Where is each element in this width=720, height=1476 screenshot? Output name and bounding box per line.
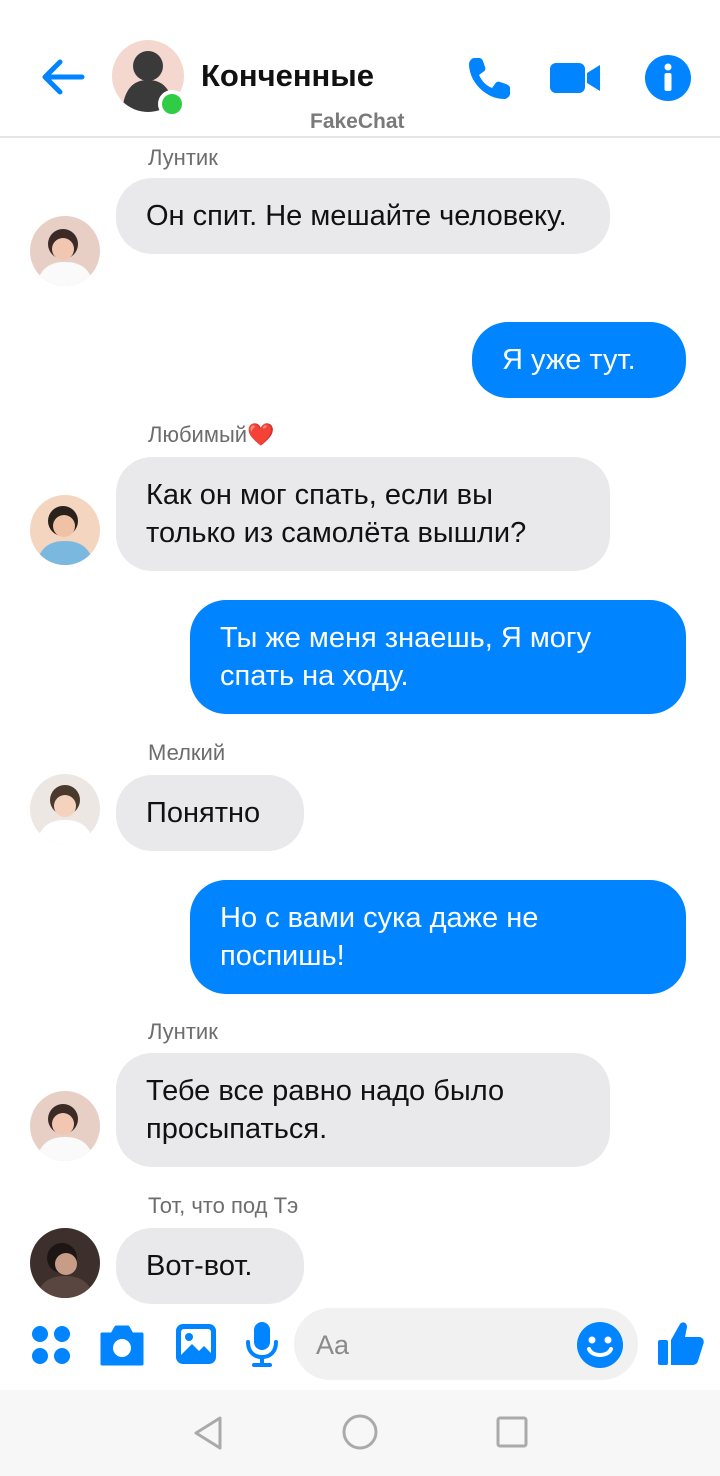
outgoing-message[interactable]: Но с вами сука даже не поспишь! (190, 880, 686, 994)
back-arrow-icon[interactable] (38, 52, 88, 102)
video-camera-icon[interactable] (548, 52, 600, 104)
info-icon[interactable] (642, 52, 694, 104)
incoming-message[interactable]: Он спит. Не мешайте человеку. (116, 178, 610, 254)
chat-title[interactable]: Конченные (201, 58, 374, 94)
message-input-placeholder: Aa (316, 1330, 350, 1360)
avatar[interactable] (30, 774, 100, 844)
outgoing-message[interactable]: Я уже тут. (472, 322, 686, 398)
avatar[interactable] (30, 216, 100, 286)
home-circle-icon[interactable] (340, 1412, 380, 1452)
incoming-message[interactable]: Вот-вот. (116, 1228, 304, 1304)
sender-name: Тот, что под Тэ (148, 1193, 299, 1218)
thumbs-up-icon[interactable] (656, 1318, 706, 1368)
incoming-message[interactable]: Понятно (116, 775, 304, 851)
microphone-icon[interactable] (244, 1320, 280, 1368)
apps-grid-icon[interactable] (30, 1324, 72, 1366)
chat-header: Конченные FakeChat (0, 0, 720, 138)
sender-name: Лунтик (148, 1019, 218, 1044)
back-triangle-icon[interactable] (190, 1414, 226, 1452)
incoming-message[interactable]: Тебе все равно надо было просыпаться. (116, 1053, 610, 1167)
avatar[interactable] (30, 1091, 100, 1161)
online-status-dot (158, 90, 186, 118)
gallery-icon[interactable] (174, 1322, 218, 1366)
avatar[interactable] (30, 495, 100, 565)
avatar[interactable] (30, 1228, 100, 1298)
camera-icon[interactable] (98, 1322, 146, 1368)
phone-icon[interactable] (464, 52, 516, 104)
emoji-icon[interactable] (576, 1321, 624, 1369)
sender-name: Мелкий (148, 740, 226, 765)
recents-square-icon[interactable] (494, 1414, 530, 1450)
sender-name: Лунтик (148, 145, 218, 170)
watermark: FakeChat (310, 110, 405, 133)
outgoing-message[interactable]: Ты же меня знаешь, Я могу спать на ходу. (190, 600, 686, 714)
sender-name: Любимый❤️ (148, 422, 275, 447)
system-nav-bar (0, 1390, 720, 1476)
incoming-message[interactable]: Как он мог спать, если вы только из само… (116, 457, 610, 571)
